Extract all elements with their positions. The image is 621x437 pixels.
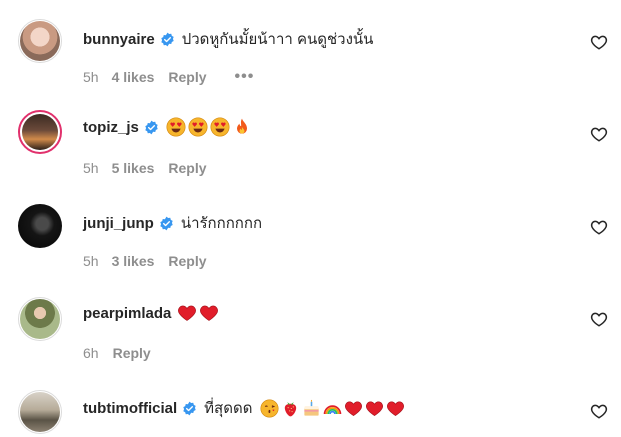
- red-heart-emoji: [366, 400, 384, 416]
- timestamp: 5h: [83, 253, 99, 269]
- comment-text: ที่สุดดด: [204, 400, 253, 417]
- likes-count[interactable]: 3 likes: [112, 253, 155, 269]
- reply-button[interactable]: Reply: [168, 253, 206, 269]
- reply-button[interactable]: Reply: [168, 160, 206, 176]
- verified-badge-icon: [145, 120, 158, 134]
- username[interactable]: topiz_js: [83, 119, 139, 136]
- red-heart-emoji: [387, 400, 405, 416]
- comment-text: ปวดหูกันมั้ยน้าาา คนดูช่วงนั้น: [181, 31, 374, 48]
- red-heart-emoji: [200, 305, 219, 321]
- heart-eyes-emoji: [210, 117, 230, 137]
- like-heart-icon[interactable]: [590, 125, 608, 143]
- timestamp: 5h: [83, 69, 99, 85]
- avatar[interactable]: [18, 390, 62, 434]
- red-heart-emoji: [345, 400, 363, 416]
- reply-button[interactable]: Reply: [168, 69, 206, 85]
- kissing-emoji: [260, 398, 279, 418]
- heart-eyes-emoji: [166, 117, 186, 137]
- comment-text: น่ารักกกกกก: [180, 215, 263, 232]
- like-heart-icon[interactable]: [590, 33, 608, 51]
- avatar[interactable]: [18, 19, 62, 63]
- username[interactable]: bunnyaire: [83, 31, 155, 48]
- avatar[interactable]: [18, 204, 62, 248]
- likes-count[interactable]: 4 likes: [112, 69, 155, 85]
- more-options-button[interactable]: •••: [235, 68, 255, 86]
- like-heart-icon[interactable]: [590, 218, 608, 236]
- like-heart-icon[interactable]: [590, 402, 608, 420]
- likes-count[interactable]: 5 likes: [112, 160, 155, 176]
- red-heart-emoji: [178, 305, 197, 321]
- strawberry-emoji: [285, 401, 297, 416]
- verified-badge-icon: [161, 32, 174, 46]
- comment-emojis: [177, 303, 219, 323]
- heart-eyes-emoji: [188, 117, 208, 137]
- comment-emojis: [166, 117, 252, 137]
- timestamp: 5h: [83, 160, 99, 176]
- avatar[interactable]: [18, 297, 62, 341]
- username[interactable]: pearpimlada: [83, 305, 171, 322]
- avatar[interactable]: [18, 110, 62, 154]
- like-heart-icon[interactable]: [590, 310, 608, 328]
- cake-emoji: [304, 399, 320, 416]
- timestamp: 6h: [83, 345, 99, 361]
- username[interactable]: tubtimofficial: [83, 400, 177, 417]
- verified-badge-icon: [160, 216, 173, 230]
- username[interactable]: junji_junp: [83, 215, 154, 232]
- comment-emojis: [260, 398, 405, 418]
- fire-emoji: [236, 118, 247, 134]
- verified-badge-icon: [183, 401, 196, 415]
- reply-button[interactable]: Reply: [113, 345, 151, 361]
- rainbow-emoji: [324, 404, 342, 414]
